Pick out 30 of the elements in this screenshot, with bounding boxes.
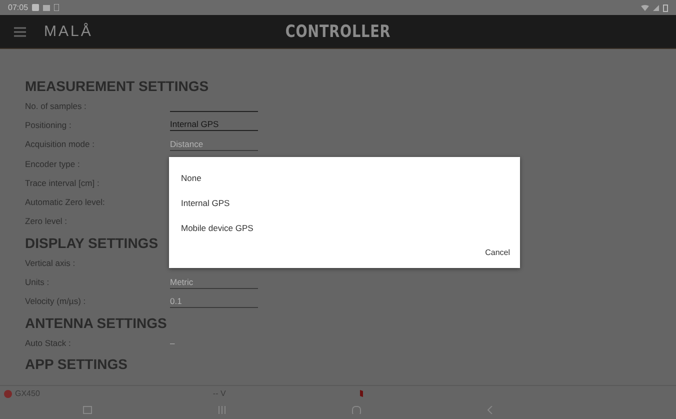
- app-title: CONTROLLER: [285, 22, 391, 42]
- setting-value: –: [170, 338, 175, 348]
- wifi-icon: [641, 4, 649, 10]
- signal-icon: [653, 4, 659, 10]
- setting-label: Trace interval [cm] :: [25, 178, 100, 188]
- phone-icon: [54, 4, 60, 11]
- home-icon[interactable]: [352, 406, 361, 414]
- setting-label: Automatic Zero level:: [25, 197, 106, 208]
- setting-label: Auto Stack :: [25, 338, 72, 348]
- cancel-button[interactable]: Cancel: [485, 245, 510, 260]
- section-heading: MEASUREMENT SETTINGS: [25, 77, 209, 96]
- notification-icon: [32, 4, 40, 11]
- home-lines-icon[interactable]: [218, 406, 226, 414]
- setting-label: Positioning :: [25, 120, 72, 130]
- section-heading: APP SETTINGS: [25, 355, 128, 374]
- menu-icon[interactable]: [14, 26, 26, 36]
- setting-label: Velocity (m/µs) :: [25, 296, 87, 306]
- status-time: 07:05: [8, 3, 28, 12]
- dialog-option[interactable]: None: [169, 165, 208, 190]
- setting-label: Units :: [25, 277, 50, 288]
- image-icon: [43, 4, 50, 10]
- dialog-option[interactable]: Internal GPS: [169, 190, 236, 215]
- app-logo: MALÅ: [44, 23, 93, 40]
- antenna-status-icon: [4, 390, 12, 398]
- dialog-option[interactable]: Mobile device GPS: [169, 215, 260, 240]
- recent-apps-icon[interactable]: [83, 406, 92, 414]
- back-icon[interactable]: [487, 406, 493, 414]
- setting-label: Acquisition mode :: [25, 139, 96, 150]
- section-heading: DISPLAY SETTINGS: [25, 234, 158, 254]
- section-heading: ANTENNA SETTINGS: [25, 314, 167, 333]
